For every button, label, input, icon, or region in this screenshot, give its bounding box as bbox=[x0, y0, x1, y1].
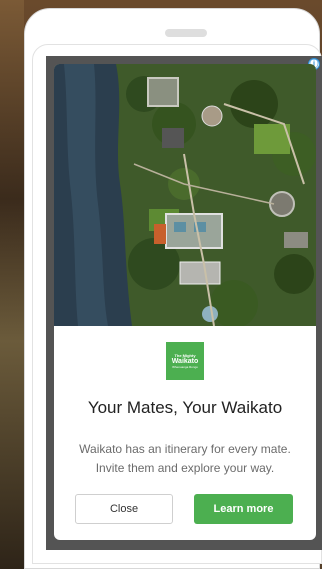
aerial-garden-photo[interactable] bbox=[54, 64, 316, 326]
waikato-logo[interactable]: The Mighty Waikato Whenuanga Rongo bbox=[166, 342, 204, 380]
phone-speaker bbox=[165, 29, 207, 37]
logo-line-3: Whenuanga Rongo bbox=[172, 365, 198, 369]
close-button[interactable]: Close bbox=[75, 494, 173, 524]
logo-line-2: Waikato bbox=[171, 358, 199, 365]
ad-headline[interactable]: Your Mates, Your Waikato bbox=[54, 398, 316, 418]
learn-more-button[interactable]: Learn more bbox=[194, 494, 293, 524]
ad-card: The Mighty Waikato Whenuanga Rongo Your … bbox=[54, 64, 316, 540]
ad-description: Waikato has an itinerary for every mate.… bbox=[79, 442, 291, 475]
background-photo bbox=[0, 0, 24, 569]
